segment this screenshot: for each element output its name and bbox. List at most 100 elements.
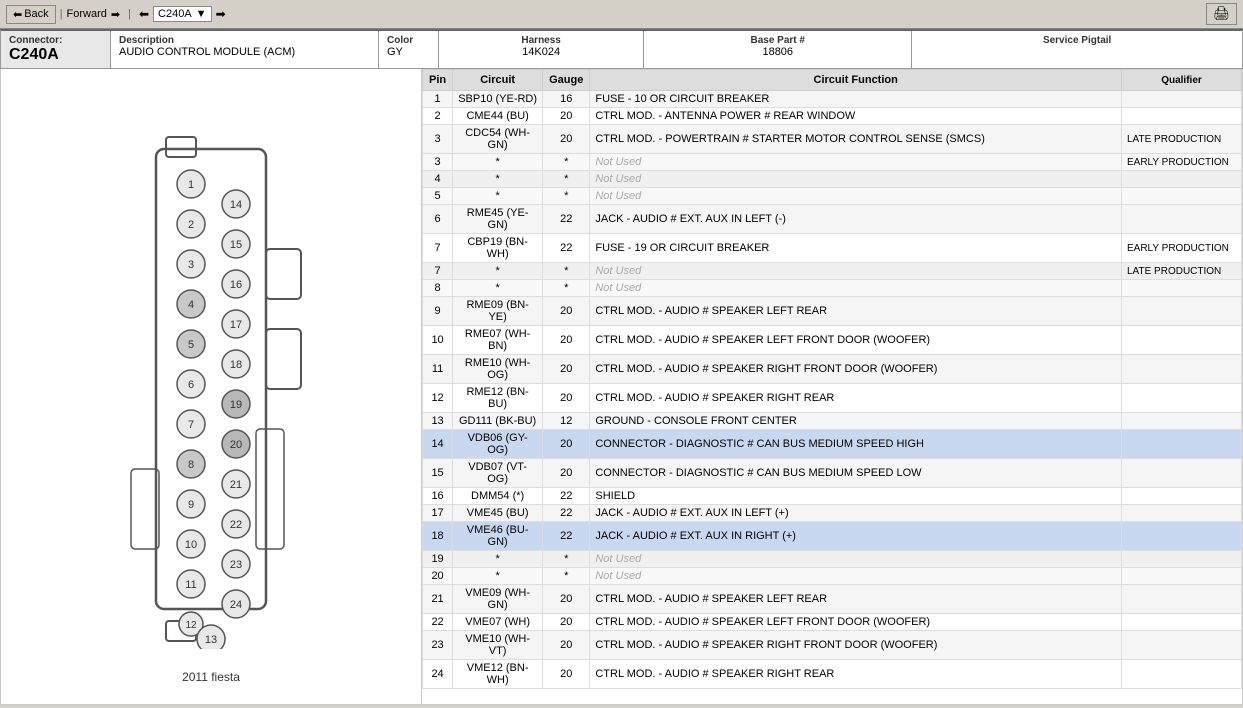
base-label: Base Part # <box>652 35 903 46</box>
circuit-cell: VME46 (BU-GN) <box>453 522 543 551</box>
harness-label: Harness <box>447 35 635 46</box>
table-row: 3 CDC54 (WH-GN) 20 CTRL MOD. - POWERTRAI… <box>423 125 1242 154</box>
desc-value: AUDIO CONTROL MODULE (ACM) <box>119 46 295 58</box>
circuit-cell: * <box>453 171 543 188</box>
function-cell: SHIELD <box>590 488 1122 505</box>
circuit-cell: * <box>453 280 543 297</box>
table-row: 11 RME10 (WH-OG) 20 CTRL MOD. - AUDIO # … <box>423 355 1242 384</box>
color-value: GY <box>387 46 403 58</box>
svg-text:21: 21 <box>230 479 242 491</box>
svg-text:20: 20 <box>230 439 242 451</box>
circuit-cell: * <box>453 154 543 171</box>
gauge-cell: 20 <box>543 125 590 154</box>
qualifier-cell: EARLY PRODUCTION <box>1122 154 1242 171</box>
gauge-cell: 22 <box>543 234 590 263</box>
qualifier-cell: EARLY PRODUCTION <box>1122 234 1242 263</box>
pin-cell: 20 <box>423 568 453 585</box>
table-row: 14 VDB06 (GY-OG) 20 CONNECTOR - DIAGNOST… <box>423 430 1242 459</box>
gauge-cell: * <box>543 280 590 297</box>
function-cell: FUSE - 19 OR CIRCUIT BREAKER <box>590 234 1122 263</box>
pin-cell: 19 <box>423 551 453 568</box>
function-cell: CTRL MOD. - AUDIO # SPEAKER LEFT REAR <box>590 585 1122 614</box>
qualifier-cell <box>1122 551 1242 568</box>
circuit-cell: * <box>453 188 543 205</box>
qualifier-cell <box>1122 355 1242 384</box>
desc-label: Description <box>119 35 370 46</box>
table-row: 5 * * Not Used <box>423 188 1242 205</box>
circuit-cell: CBP19 (BN-WH) <box>453 234 543 263</box>
table-area[interactable]: Pin Circuit Gauge Circuit Function Quali… <box>421 69 1242 704</box>
qualifier-cell <box>1122 430 1242 459</box>
table-row: 2 CME44 (BU) 20 CTRL MOD. - ANTENNA POWE… <box>423 108 1242 125</box>
pin-cell: 13 <box>423 413 453 430</box>
main-content: 1 2 3 4 5 6 7 8 <box>0 69 1243 705</box>
qualifier-cell <box>1122 326 1242 355</box>
base-part-cell: Base Part # 18806 <box>644 31 912 68</box>
description-cell: Description AUDIO CONTROL MODULE (ACM) <box>111 31 379 68</box>
pin-cell: 7 <box>423 263 453 280</box>
forward-arrow-icon: ➡ <box>111 8 120 21</box>
circuit-cell: VME12 (BN-WH) <box>453 660 543 689</box>
circuit-cell: RME45 (YE-GN) <box>453 205 543 234</box>
gauge-cell: * <box>543 171 590 188</box>
qualifier-cell: LATE PRODUCTION <box>1122 125 1242 154</box>
color-cell: Color GY <box>379 31 439 68</box>
function-cell: CONNECTOR - DIAGNOSTIC # CAN BUS MEDIUM … <box>590 430 1122 459</box>
table-row: 1 SBP10 (YE-RD) 16 FUSE - 10 OR CIRCUIT … <box>423 91 1242 108</box>
pin-cell: 17 <box>423 505 453 522</box>
circuit-cell: * <box>453 263 543 280</box>
pin-cell: 12 <box>423 384 453 413</box>
function-cell: Not Used <box>590 263 1122 280</box>
table-row: 16 DMM54 (*) 22 SHIELD <box>423 488 1242 505</box>
nav-dropdown[interactable]: C240A ▼ <box>153 6 212 22</box>
back-button[interactable]: ⬅ Back <box>6 5 56 24</box>
table-row: 7 CBP19 (BN-WH) 22 FUSE - 19 OR CIRCUIT … <box>423 234 1242 263</box>
svg-text:10: 10 <box>185 539 197 551</box>
col-pin-header: Pin <box>423 70 453 91</box>
function-cell: Not Used <box>590 154 1122 171</box>
table-row: 18 VME46 (BU-GN) 22 JACK - AUDIO # EXT. … <box>423 522 1242 551</box>
connector-svg: 1 2 3 4 5 6 7 8 <box>101 129 321 649</box>
harness-cell: Harness 14K024 <box>439 31 644 68</box>
function-cell: CTRL MOD. - AUDIO # SPEAKER LEFT REAR <box>590 297 1122 326</box>
table-row: 21 VME09 (WH-GN) 20 CTRL MOD. - AUDIO # … <box>423 585 1242 614</box>
pin-cell: 1 <box>423 91 453 108</box>
pin-cell: 18 <box>423 522 453 551</box>
qualifier-cell <box>1122 568 1242 585</box>
pin-cell: 14 <box>423 430 453 459</box>
pin-table: Pin Circuit Gauge Circuit Function Quali… <box>422 69 1242 689</box>
gauge-cell: 22 <box>543 205 590 234</box>
svg-text:22: 22 <box>230 519 242 531</box>
col-circuit-header: Circuit <box>453 70 543 91</box>
base-value: 18806 <box>762 46 793 58</box>
svg-text:11: 11 <box>185 579 196 591</box>
pin-cell: 9 <box>423 297 453 326</box>
qualifier-cell <box>1122 585 1242 614</box>
col-gauge-header: Gauge <box>543 70 590 91</box>
pin-cell: 3 <box>423 125 453 154</box>
pin-cell: 24 <box>423 660 453 689</box>
table-row: 19 * * Not Used <box>423 551 1242 568</box>
circuit-cell: VME07 (WH) <box>453 614 543 631</box>
gauge-cell: 20 <box>543 430 590 459</box>
pin-cell: 5 <box>423 188 453 205</box>
toolbar-left: ⬅ Back | Forward ➡ | ⬅ C240A ▼ ➡ <box>6 5 226 24</box>
svg-text:19: 19 <box>230 399 242 411</box>
pin-cell: 22 <box>423 614 453 631</box>
gauge-cell: 12 <box>543 413 590 430</box>
function-cell: Not Used <box>590 551 1122 568</box>
function-cell: CONNECTOR - DIAGNOSTIC # CAN BUS MEDIUM … <box>590 459 1122 488</box>
forward-label: Forward <box>67 8 107 20</box>
connector-label: Connector: <box>9 35 102 46</box>
print-button[interactable]: 🖨 <box>1206 3 1237 25</box>
circuit-cell: RME07 (WH-BN) <box>453 326 543 355</box>
connector-header: Connector: C240A Description AUDIO CONTR… <box>0 29 1243 69</box>
table-row: 22 VME07 (WH) 20 CTRL MOD. - AUDIO # SPE… <box>423 614 1242 631</box>
gauge-cell: 20 <box>543 614 590 631</box>
table-row: 12 RME12 (BN-BU) 20 CTRL MOD. - AUDIO # … <box>423 384 1242 413</box>
gauge-cell: * <box>543 551 590 568</box>
col-qualifier-header: Qualifier <box>1122 70 1242 91</box>
col-function-header: Circuit Function <box>590 70 1122 91</box>
dropdown-arrow-icon: ▼ <box>196 8 207 20</box>
circuit-cell: VDB06 (GY-OG) <box>453 430 543 459</box>
